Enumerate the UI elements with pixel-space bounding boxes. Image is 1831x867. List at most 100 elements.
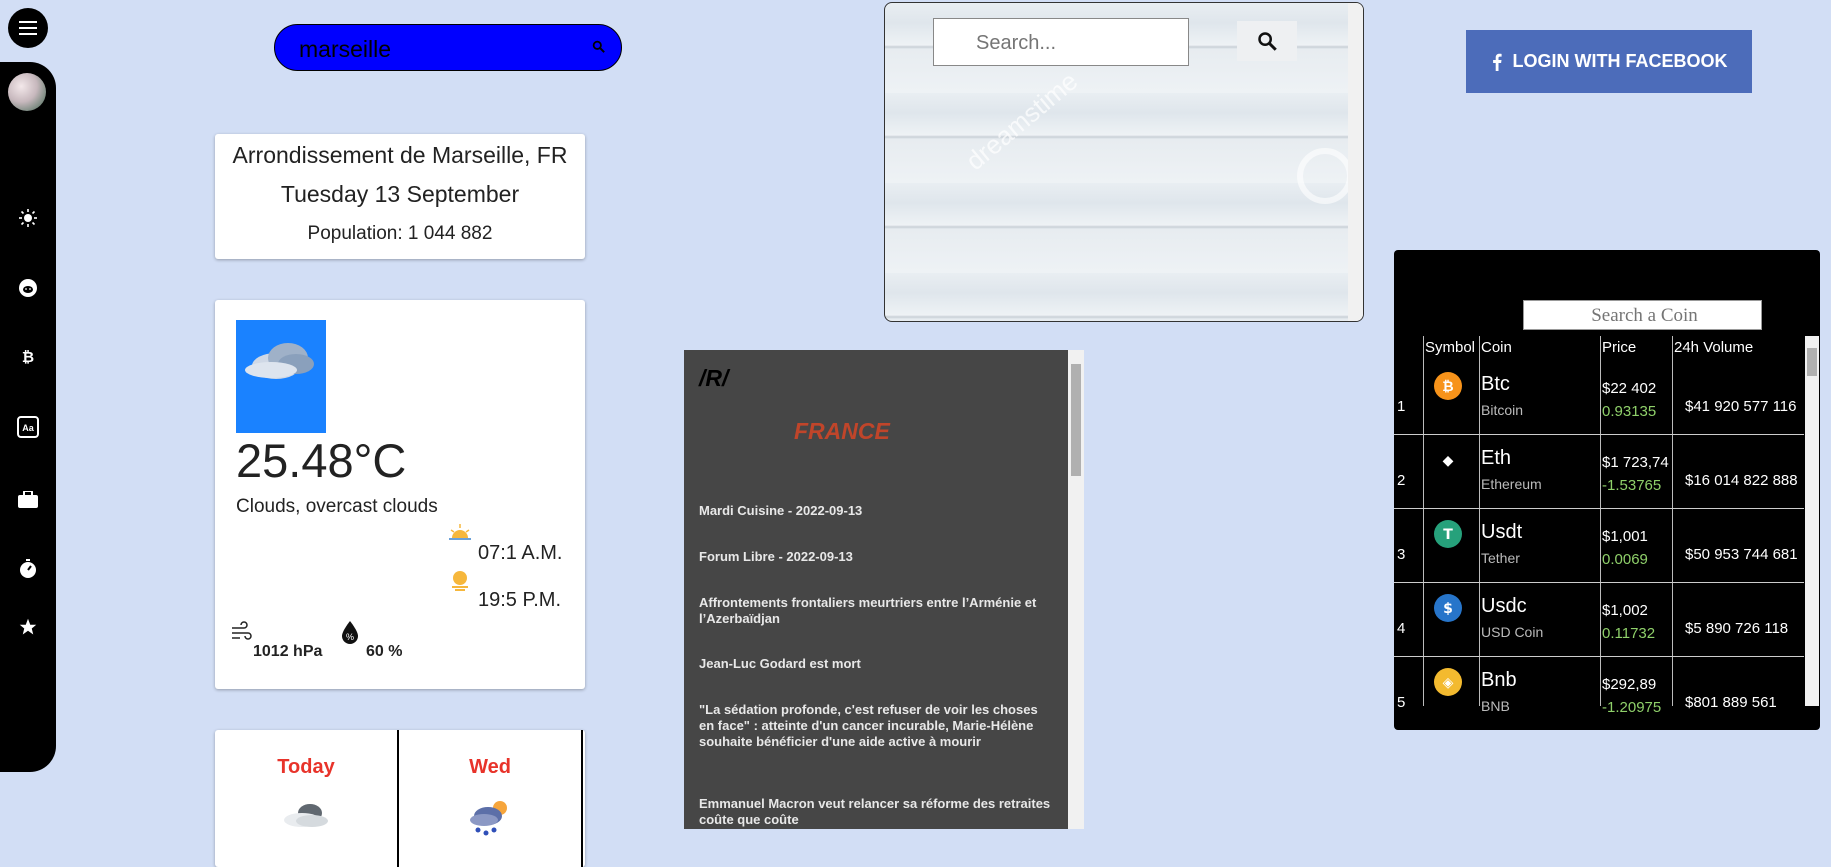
coin-row[interactable]: 3 T Usdt Tether $1,001 0.0069 $50 953 744 681 — [1394, 508, 1804, 583]
image-search-panel: dreamstime — [884, 2, 1364, 322]
image-search-input[interactable] — [974, 29, 1178, 57]
coin-rank: 2 — [1397, 472, 1406, 489]
subreddit-name: FRANCE — [794, 418, 890, 444]
location-card: Arrondissement de Marseille, FR Tuesday … — [215, 134, 585, 259]
svg-text:₿: ₿ — [1442, 379, 1453, 395]
coin-volume: $50 953 744 681 — [1685, 546, 1798, 563]
city-search-bar — [274, 24, 622, 71]
coin-logo-icon: ◈ — [1434, 668, 1462, 696]
temperature: 25.48°C — [236, 434, 407, 487]
reddit-post[interactable]: Jean-Luc Godard est mort — [699, 656, 1054, 672]
coin-change: -1.20975 — [1602, 699, 1662, 716]
coin-volume: $41 920 577 116 — [1685, 398, 1797, 415]
coin-row[interactable]: 5 ◈ Bnb BNB $292,89 -1.20975 $801 889 561 — [1394, 656, 1804, 730]
coin-logo-icon: ◆ — [1434, 446, 1462, 474]
pressure: 1012 hPa — [253, 643, 323, 660]
reddit-post[interactable]: Mardi Cuisine - 2022-09-13 — [699, 503, 1054, 519]
coin-logo-icon: ₿ — [1434, 372, 1462, 400]
image-search-button[interactable] — [1237, 21, 1297, 61]
coin-name: Bitcoin — [1481, 402, 1524, 418]
sidebar-item-reddit[interactable] — [0, 275, 56, 301]
forecast-day[interactable]: Wed — [399, 730, 583, 867]
reddit-scrollbar[interactable] — [1068, 350, 1084, 829]
header-symbol: Symbol — [1425, 339, 1476, 356]
population: Population: 1 044 882 — [307, 223, 493, 244]
crypto-scrollbar[interactable] — [1805, 336, 1819, 706]
coin-symbol: Bnb — [1481, 669, 1517, 691]
search-icon[interactable] — [592, 40, 605, 53]
coin-search-box — [1523, 300, 1765, 331]
cloud-icon — [245, 343, 314, 379]
weather-description: Clouds, overcast clouds — [236, 496, 438, 517]
header-coin: Coin — [1481, 339, 1512, 356]
wind-icon — [232, 621, 252, 640]
search-icon — [1258, 32, 1277, 51]
coin-name: BNB — [1481, 698, 1510, 714]
coin-change: 0.11732 — [1602, 625, 1656, 642]
humidity-icon: % — [342, 621, 358, 644]
header-volume: 24h Volume — [1674, 339, 1754, 356]
facebook-login-button[interactable]: LOGIN WITH FACEBOOK — [1466, 30, 1752, 93]
city-search-input[interactable] — [297, 33, 581, 65]
image-search-box — [933, 18, 1189, 66]
reddit-post[interactable]: Affrontements frontaliers meurtriers ent… — [699, 595, 1054, 627]
scrollbar-thumb[interactable] — [1807, 348, 1817, 376]
star-icon — [19, 618, 37, 635]
coin-price: $1,002 — [1602, 602, 1648, 619]
translate-icon: Aa — [17, 416, 39, 438]
reddit-post[interactable]: Forum Libre - 2022-09-13 — [699, 549, 1054, 565]
coin-search-input[interactable] — [1524, 301, 1765, 331]
svg-text:T: T — [1443, 527, 1453, 543]
sidebar-item-favorites[interactable] — [0, 614, 56, 640]
coin-price: $1 723,74 — [1602, 454, 1669, 471]
facebook-login-label: LOGIN WITH FACEBOOK — [1512, 51, 1728, 71]
coin-volume: $801 889 561 — [1685, 694, 1777, 711]
coin-volume: $5 890 726 118 — [1685, 620, 1789, 637]
coin-rank: 1 — [1397, 398, 1406, 415]
weather-card: 25.48°C Clouds, overcast clouds 07:1 A.M… — [215, 300, 585, 689]
coin-name: USD Coin — [1481, 624, 1544, 640]
coin-price: $1,001 — [1602, 528, 1648, 545]
watermark: dreamstime — [960, 65, 1084, 176]
sidebar-item-translate[interactable]: Aa — [0, 414, 56, 440]
menu-button[interactable] — [8, 8, 48, 48]
coin-symbol: Usdt — [1481, 521, 1523, 543]
coin-symbol: Btc — [1481, 373, 1510, 395]
forecast-day[interactable]: Today — [215, 730, 399, 867]
svg-text:Aa: Aa — [22, 423, 34, 433]
coin-volume: $16 014 822 888 — [1685, 472, 1798, 489]
coin-change: 0.0069 — [1602, 551, 1648, 568]
forecast-card: Today Wed — [215, 730, 585, 867]
avatar[interactable] — [8, 73, 46, 111]
coin-change: 0.93135 — [1602, 403, 1657, 420]
sunrise-icon — [449, 524, 471, 540]
svg-text:◈: ◈ — [1443, 675, 1454, 691]
svg-text:$: $ — [1443, 601, 1453, 617]
sunrise-time: 07:1 A.M. — [478, 542, 563, 564]
sun-icon — [19, 209, 37, 227]
coin-row[interactable]: 4 $ Usdc USD Coin $1,002 0.11732 $5 890 726 11… — [1394, 582, 1804, 657]
sidebar: ₿ Aa — [0, 62, 56, 772]
header-price: Price — [1602, 339, 1637, 356]
sidebar-item-timer[interactable] — [0, 556, 56, 582]
cloud-icon — [215, 798, 397, 835]
sunset-time: 19:5 P.M. — [478, 589, 562, 611]
reddit-post[interactable]: Emmanuel Macron veut relancer sa réforme… — [699, 796, 1054, 828]
reddit-post[interactable]: "La sédation profonde, c'est refuser de … — [699, 702, 1054, 750]
coin-row[interactable]: 2 ◆ Eth Ethereum $1 723,74 -1.53765 $16 014 82… — [1394, 434, 1804, 509]
coin-name: Tether — [1481, 550, 1520, 566]
facebook-icon — [1492, 53, 1502, 71]
sidebar-item-crypto[interactable]: ₿ — [0, 344, 56, 370]
scrollbar-thumb[interactable] — [1071, 364, 1081, 476]
coin-price: $22 402 — [1602, 380, 1657, 397]
coin-row[interactable]: 1 ₿ Btc Bitcoin $22 402 0.93135 $41 920 577 11… — [1394, 360, 1804, 435]
sidebar-item-work[interactable] — [0, 486, 56, 512]
image-panel-scrollbar[interactable] — [1348, 3, 1363, 321]
weather-image — [236, 320, 326, 433]
coin-name: Ethereum — [1481, 476, 1542, 492]
sidebar-item-weather[interactable] — [0, 205, 56, 231]
reddit-title: /R/ — [699, 365, 729, 391]
forecast-day-label: Wed — [469, 756, 511, 778]
watermark-logo — [1297, 148, 1353, 204]
svg-text:◆: ◆ — [1443, 453, 1454, 469]
